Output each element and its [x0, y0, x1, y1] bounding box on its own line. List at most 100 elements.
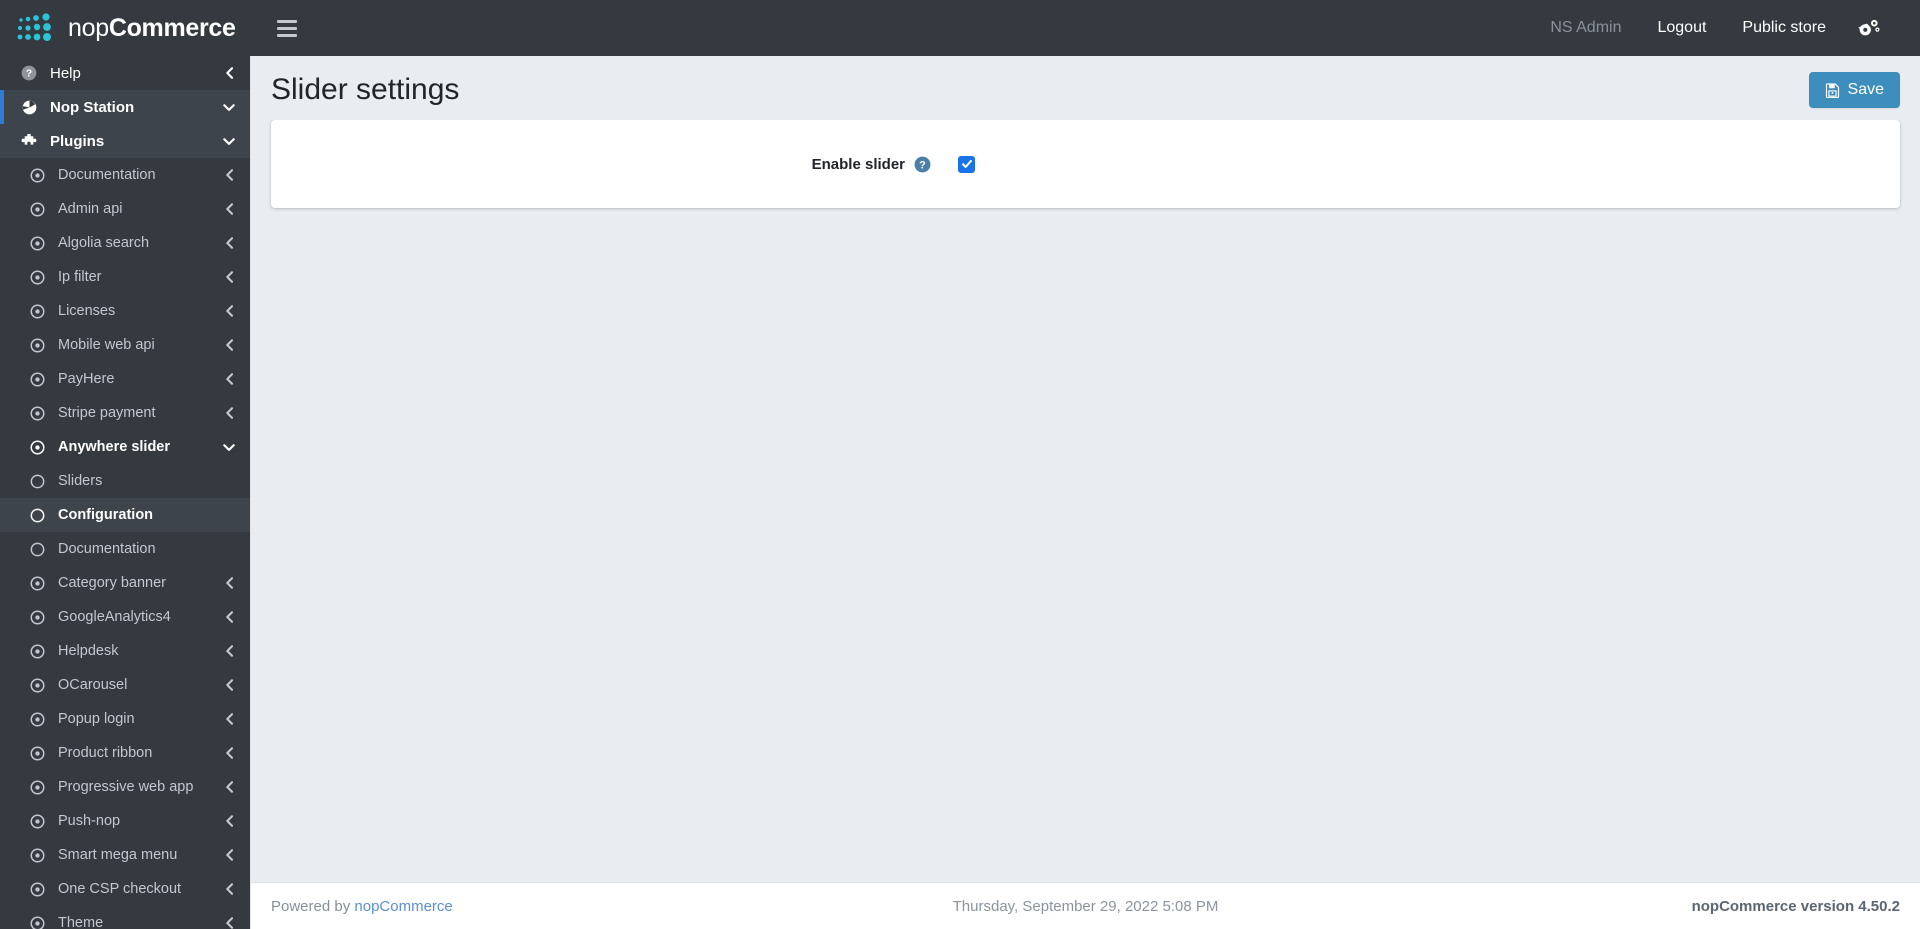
sidebar-item-label: Help — [50, 64, 81, 82]
enable-slider-label-cell: Enable slider ? — [271, 156, 931, 173]
sidebar-item-payhere[interactable]: PayHere — [0, 362, 250, 396]
svg-text:?: ? — [919, 159, 926, 171]
sidebar-item-documentation[interactable]: Documentation — [0, 532, 250, 566]
sidebar-item-label: Nop Station — [50, 98, 135, 116]
sidebar-item-help[interactable]: ? Help — [0, 56, 250, 90]
sidebar-item-licenses[interactable]: Licenses — [0, 294, 250, 328]
nopcommerce-dots-logo — [17, 13, 51, 41]
puzzle-piece-icon — [18, 133, 40, 149]
chevron-left-icon[interactable] — [222, 747, 236, 759]
footer-version: nopCommerce version 4.50.2 — [1691, 897, 1900, 915]
dot-circle-icon — [26, 202, 48, 217]
sidebar-item-ocarousel[interactable]: OCarousel — [0, 668, 250, 702]
brand-name: nopCommerce — [68, 14, 236, 43]
chevron-left-icon[interactable] — [222, 815, 236, 827]
chevron-left-icon[interactable] — [222, 713, 236, 725]
sidebar-item-label: Admin api — [58, 201, 123, 217]
chevron-left-icon[interactable] — [222, 679, 236, 691]
sidebar-item-label: Progressive web app — [58, 779, 194, 795]
chevron-left-icon[interactable] — [222, 373, 236, 385]
sidebar-item-mobile-web-api[interactable]: Mobile web api — [0, 328, 250, 362]
chevron-left-icon[interactable] — [222, 849, 236, 861]
sidebar-nav-list[interactable]: ? Help Nop Station Plugins Documentation Admi… — [0, 56, 250, 929]
sidebar-item-documentation[interactable]: Documentation — [0, 158, 250, 192]
chevron-left-icon[interactable] — [222, 577, 236, 589]
sidebar-item-anywhere-slider[interactable]: Anywhere slider — [0, 430, 250, 464]
save-button[interactable]: Save — [1808, 72, 1900, 108]
chevron-left-icon[interactable] — [222, 645, 236, 657]
chevron-left-icon[interactable] — [222, 169, 236, 181]
chevron-left-icon[interactable] — [222, 237, 236, 249]
chevron-left-icon[interactable] — [222, 339, 236, 351]
sidebar-item-one-csp-checkout[interactable]: One CSP checkout — [0, 872, 250, 906]
gears-icon[interactable] — [1844, 18, 1900, 38]
checkmark-icon — [961, 159, 972, 168]
sidebar-item-label: Theme — [58, 915, 104, 929]
sidebar-item-smart-mega-menu[interactable]: Smart mega menu — [0, 838, 250, 872]
circle-icon — [26, 542, 48, 557]
chevron-left-icon[interactable] — [222, 917, 236, 929]
chevron-left-icon[interactable] — [222, 203, 236, 215]
sidebar-item-label: Configuration — [58, 507, 154, 523]
chevron-down-icon[interactable] — [222, 103, 236, 112]
public-store-link[interactable]: Public store — [1724, 0, 1844, 56]
chevron-left-icon[interactable] — [222, 781, 236, 793]
sidebar-item-label: Sliders — [58, 473, 103, 489]
sidebar-item-label: OCarousel — [58, 677, 128, 693]
hamburger-bar — [277, 33, 297, 37]
sidebar-item-label: Documentation — [58, 167, 156, 183]
circle-icon — [26, 508, 48, 523]
sidebar-item-stripe-payment[interactable]: Stripe payment — [0, 396, 250, 430]
sidebar-item-nop-station[interactable]: Nop Station — [0, 90, 250, 124]
chevron-left-icon[interactable] — [222, 271, 236, 283]
footer-nopcommerce-link[interactable]: nopCommerce — [354, 898, 452, 915]
save-disk-icon — [1825, 82, 1839, 98]
dot-circle-icon — [26, 168, 48, 183]
chevron-left-icon[interactable] — [222, 611, 236, 623]
sidebar-item-label: Popup login — [58, 711, 135, 727]
sidebar-item-push-nop[interactable]: Push-nop — [0, 804, 250, 838]
sidebar-item-theme[interactable]: Theme — [0, 906, 250, 929]
chevron-left-icon[interactable] — [222, 883, 236, 895]
content-body: Enable slider ? — [251, 120, 1920, 882]
sidebar-item-algolia-search[interactable]: Algolia search — [0, 226, 250, 260]
chevron-left-icon[interactable] — [222, 305, 236, 317]
top-navbar: nopCommerce NS Admin Logout Public store — [0, 0, 1920, 56]
footer-powered-by: Powered by nopCommerce — [271, 898, 453, 915]
chevron-left-icon[interactable] — [222, 67, 236, 79]
enable-slider-checkbox[interactable] — [958, 155, 975, 173]
dot-circle-icon — [26, 576, 48, 591]
page-actions: Save — [1808, 72, 1900, 108]
enable-slider-row: Enable slider ? — [271, 138, 1900, 191]
footer: Powered by nopCommerce Thursday, Septemb… — [251, 882, 1920, 929]
dot-circle-icon — [26, 678, 48, 693]
sidebar-item-sliders[interactable]: Sliders — [0, 464, 250, 498]
sidebar-item-label: Plugins — [50, 132, 105, 150]
dot-circle-icon — [26, 780, 48, 795]
dot-circle-icon — [26, 236, 48, 251]
sidebar-item-googleanalytics4[interactable]: GoogleAnalytics4 — [0, 600, 250, 634]
user-account-link[interactable]: NS Admin — [1532, 0, 1639, 56]
sidebar-item-plugins[interactable]: Plugins — [0, 124, 250, 158]
sidebar-item-product-ribbon[interactable]: Product ribbon — [0, 736, 250, 770]
chevron-left-icon[interactable] — [222, 407, 236, 419]
dot-circle-icon — [26, 916, 48, 929]
enable-slider-control-cell — [931, 155, 1900, 173]
sidebar-item-category-banner[interactable]: Category banner — [0, 566, 250, 600]
sidebar-item-progressive-web-app[interactable]: Progressive web app — [0, 770, 250, 804]
logout-link[interactable]: Logout — [1639, 0, 1724, 56]
sidebar-item-label: Ip filter — [58, 269, 102, 285]
question-help-icon[interactable]: ? — [914, 156, 931, 173]
sidebar-item-ip-filter[interactable]: Ip filter — [0, 260, 250, 294]
sidebar-item-popup-login[interactable]: Popup login — [0, 702, 250, 736]
sidebar-item-label: Stripe payment — [58, 405, 156, 421]
dot-circle-icon — [26, 610, 48, 625]
chevron-down-icon[interactable] — [222, 443, 236, 452]
chevron-down-icon[interactable] — [222, 137, 236, 146]
sidebar-item-configuration[interactable]: Configuration — [0, 498, 250, 532]
dot-circle-icon — [26, 712, 48, 727]
sidebar-item-admin-api[interactable]: Admin api — [0, 192, 250, 226]
brand-logo[interactable]: nopCommerce — [0, 0, 250, 56]
sidebar-item-helpdesk[interactable]: Helpdesk — [0, 634, 250, 668]
hamburger-icon[interactable] — [266, 7, 308, 49]
